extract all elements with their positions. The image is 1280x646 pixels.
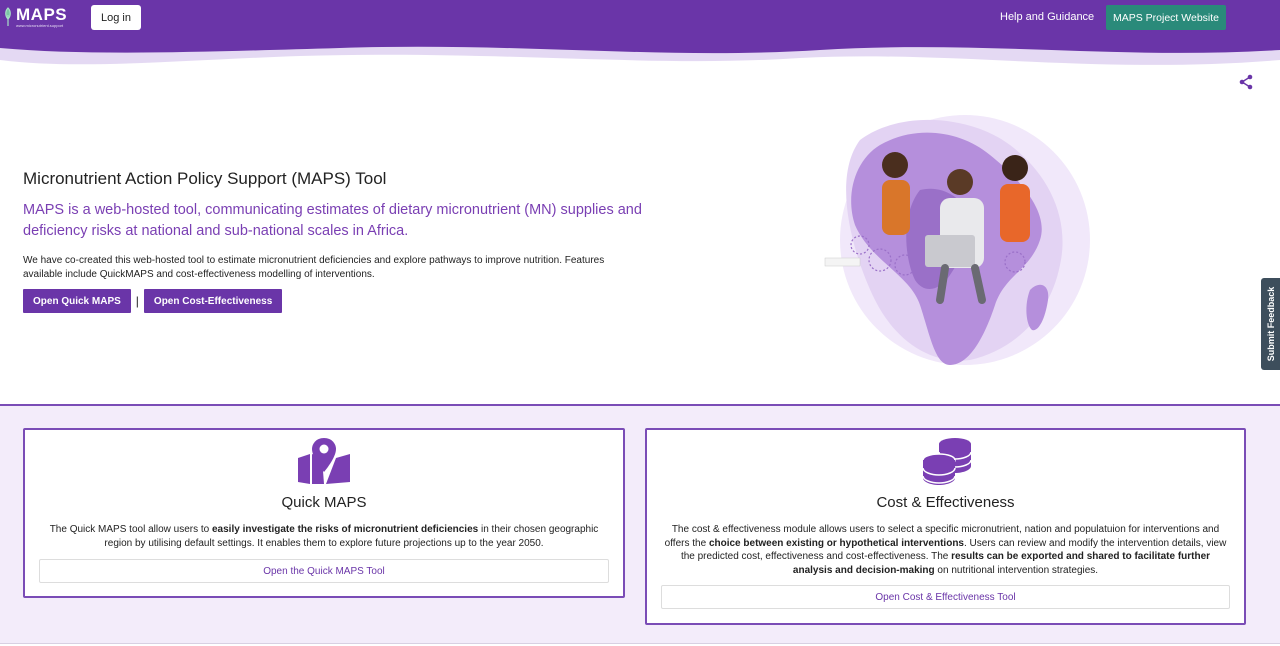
feedback-label: Submit Feedback	[1265, 286, 1276, 362]
cost-effectiveness-description: The cost & effectiveness module allows u…	[664, 524, 1227, 576]
cost-effectiveness-title: Cost & Effectiveness	[876, 494, 1015, 511]
map-marker-icon	[298, 438, 350, 484]
leaf-icon	[5, 7, 11, 26]
page-title: Micronutrient Action Policy Support (MAP…	[23, 169, 387, 188]
login-button[interactable]: Log in	[91, 5, 141, 30]
quick-maps-card: Quick MAPS The Quick MAPS tool allow use…	[23, 428, 625, 598]
tools-section: Quick MAPS The Quick MAPS tool allow use…	[0, 404, 1280, 646]
header-wave	[0, 38, 1280, 65]
open-quick-maps-button[interactable]: Open Quick MAPS	[23, 289, 131, 313]
share-icon[interactable]	[1238, 74, 1254, 90]
help-guidance-link[interactable]: Help and Guidance	[1000, 11, 1094, 23]
open-cost-effectiveness-tool-link[interactable]: Open Cost & Effectiveness Tool	[661, 585, 1230, 609]
logo-subtext: www.micronutrient.support	[16, 22, 64, 28]
open-cost-effectiveness-button[interactable]: Open Cost-Effectiveness	[143, 289, 283, 313]
cost-effectiveness-card: Cost & Effectiveness The cost & effectiv…	[645, 428, 1246, 625]
africa-people-illustration	[824, 115, 1090, 365]
open-quick-maps-tool-link[interactable]: Open the Quick MAPS Tool	[39, 559, 609, 583]
hero-lead-text: MAPS is a web-hosted tool, communicating…	[23, 202, 642, 239]
project-website-button[interactable]: MAPS Project Website	[1106, 5, 1226, 30]
button-separator: |	[135, 294, 139, 308]
submit-feedback-tab[interactable]: Submit Feedback	[1261, 278, 1280, 370]
maps-logo[interactable]: MAPS www.micronutrient.support	[2, 6, 67, 28]
quick-maps-description: The Quick MAPS tool allow users to easil…	[49, 524, 599, 549]
quick-maps-title: Quick MAPS	[281, 494, 367, 511]
logo-text: MAPS	[16, 4, 68, 24]
hero-body-text: We have co-created this web-hosted tool …	[23, 255, 605, 280]
hero-buttons: Open Quick MAPS | Open Cost-Effectivenes…	[23, 289, 283, 313]
coins-stack-icon	[922, 438, 972, 485]
